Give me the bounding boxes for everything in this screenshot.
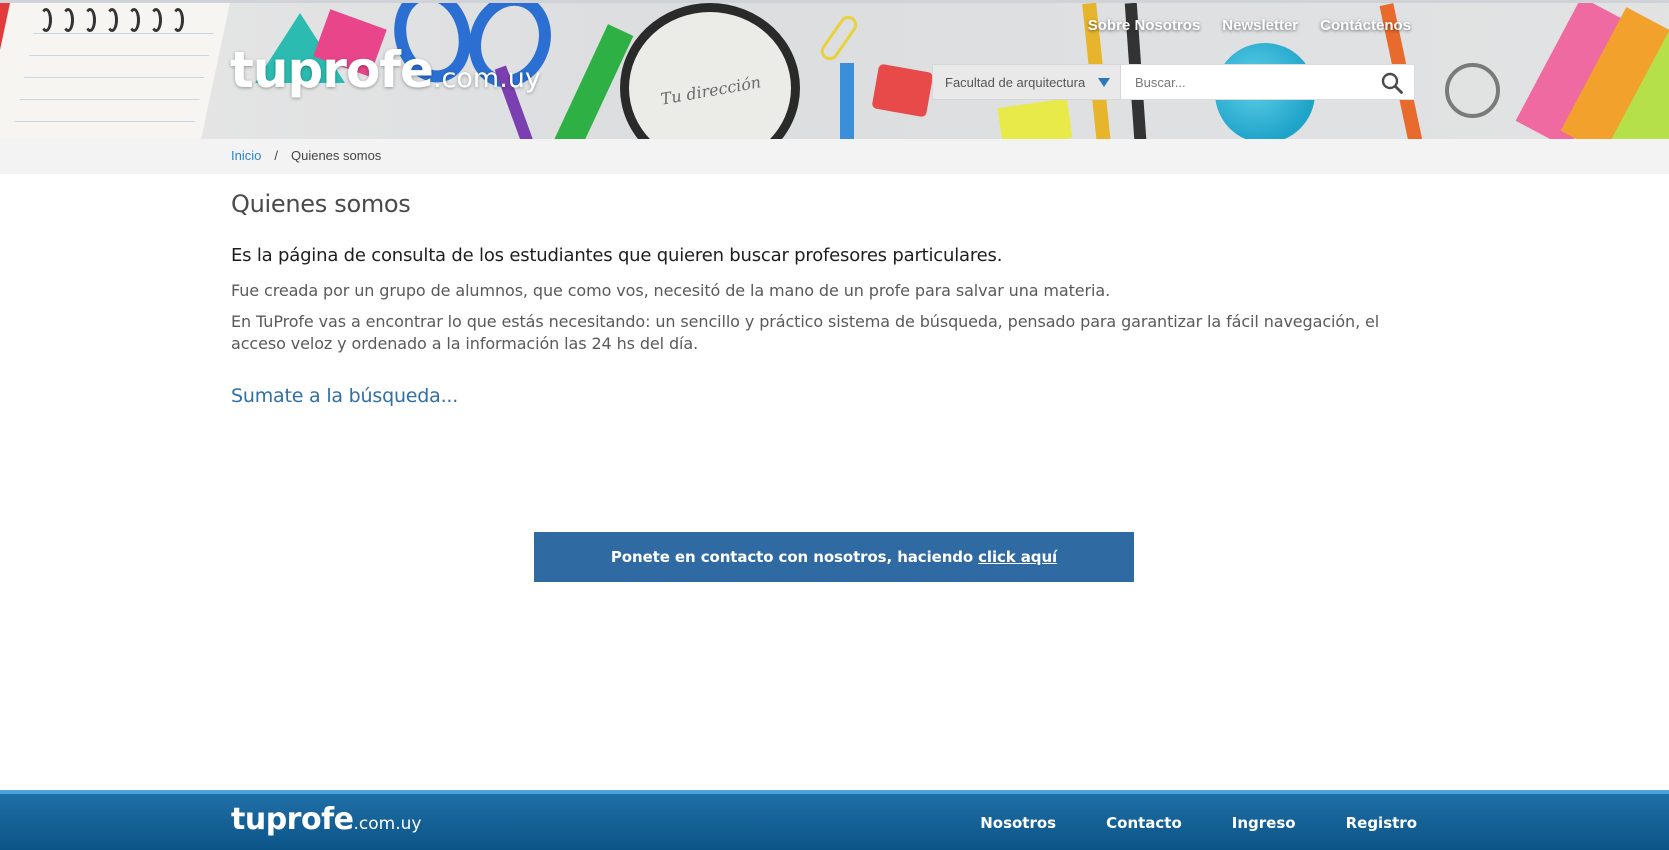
contact-banner: Ponete en contacto con nosotros, haciend… <box>534 532 1134 582</box>
triangle-down-icon <box>1098 78 1110 87</box>
footer-link-ingreso[interactable]: Ingreso <box>1232 814 1296 832</box>
site-header: Tu dirección tuprofe.com.uy Sobre Nosotr… <box>0 0 1669 139</box>
contact-banner-text: Ponete en contacto con nosotros, haciend… <box>610 548 974 566</box>
breadcrumb-bar: Inicio / Quienes somos <box>0 139 1669 174</box>
site-footer: tuprofe.com.uy Nosotros Contacto Ingreso… <box>0 790 1669 850</box>
nav-link-sobre-nosotros[interactable]: Sobre Nosotros <box>1088 17 1201 34</box>
main-content: Quienes somos Es la página de consulta d… <box>231 190 1421 407</box>
search-input[interactable] <box>1121 64 1415 100</box>
lead-paragraph: Es la página de consulta de los estudian… <box>231 245 1003 266</box>
contact-click-here-link[interactable]: click aquí <box>978 548 1057 566</box>
compass-decoration <box>1445 63 1500 118</box>
magnifier-decoration <box>620 3 800 139</box>
footer-logo[interactable]: tuprofe.com.uy <box>231 802 421 837</box>
footer-logo-main: tuprofe <box>231 802 354 837</box>
breadcrumb-current: Quienes somos <box>290 148 382 163</box>
site-logo[interactable]: tuprofe.com.uy <box>230 41 541 99</box>
breadcrumb-home-link[interactable]: Inicio <box>231 148 261 163</box>
top-nav: Sobre Nosotros Newsletter Contáctenos <box>1088 17 1411 34</box>
page-title: Quienes somos <box>231 190 411 218</box>
blue-pen-decoration <box>840 63 854 139</box>
faculty-select[interactable]: Facultad de arquitectura <box>932 64 1121 100</box>
eraser-decoration <box>997 98 1073 139</box>
paragraph-2: En TuProfe vas a encontrar lo que estás … <box>231 312 1380 353</box>
footer-link-contacto[interactable]: Contacto <box>1106 814 1182 832</box>
faculty-select-value: Facultad de arquitectura <box>945 75 1086 90</box>
footer-link-registro[interactable]: Registro <box>1346 814 1417 832</box>
nav-link-newsletter[interactable]: Newsletter <box>1222 17 1298 34</box>
footer-logo-domain: .com.uy <box>353 814 422 834</box>
breadcrumb: Inicio / Quienes somos <box>231 148 381 163</box>
paperclip-decoration <box>817 12 861 64</box>
join-search-link[interactable]: Sumate a la búsqueda... <box>231 385 458 407</box>
logo-domain: .com.uy <box>432 63 541 94</box>
nav-link-contactenos[interactable]: Contáctenos <box>1320 17 1411 34</box>
breadcrumb-separator: / <box>274 148 278 163</box>
paragraph-1: Fue creada por un grupo de alumnos, que … <box>231 281 1111 300</box>
footer-nav: Nosotros Contacto Ingreso Registro <box>980 814 1417 832</box>
search-bar: Facultad de arquitectura <box>932 64 1415 100</box>
footer-link-nosotros[interactable]: Nosotros <box>980 814 1056 832</box>
search-icon[interactable] <box>1380 71 1404 95</box>
sharpener-decoration <box>871 63 934 118</box>
logo-main: tuprofe <box>230 41 434 99</box>
